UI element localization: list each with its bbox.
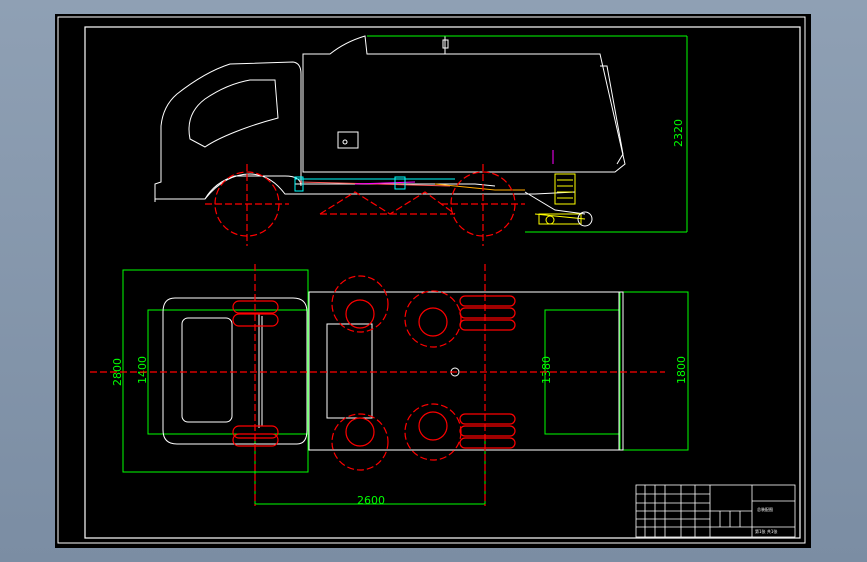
- rear-door: [600, 65, 624, 165]
- dim-track-rear: 1380: [540, 356, 553, 384]
- dim-width-inner: 1400: [136, 356, 149, 384]
- dim-wheelbase: 2600: [357, 494, 385, 507]
- cab-plan: [162, 297, 308, 445]
- outer-frame: [57, 16, 806, 544]
- dim-height-side: 2320: [672, 119, 685, 147]
- drawing-canvas: 2320 2800 1400 1380 1800 2600 总装配图 第1张 共…: [57, 16, 806, 544]
- hopper-body: [302, 35, 626, 173]
- inner-frame: [84, 26, 801, 539]
- sheet-number: 第1张 共1张: [755, 528, 777, 534]
- plan-dimensions: [122, 269, 689, 505]
- drawing-title: 总装配图: [757, 506, 773, 512]
- chassis-rail: [204, 173, 576, 200]
- cab-window-plan: [181, 317, 233, 423]
- cab-window: [188, 79, 279, 148]
- side-brush: [534, 173, 593, 227]
- dim-body-width: 1800: [675, 356, 688, 384]
- cad-viewport[interactable]: 2320 2800 1400 1380 1800 2600 总装配图 第1张 共…: [55, 14, 811, 548]
- height-dimension: [367, 35, 688, 233]
- plan-wheels: [90, 264, 665, 506]
- hopper-door-handle: [337, 131, 359, 149]
- overall-width-box: [122, 269, 309, 473]
- hydraulic-lines: [294, 150, 554, 192]
- plan-outline: [162, 291, 624, 451]
- cab-outline: [154, 61, 302, 202]
